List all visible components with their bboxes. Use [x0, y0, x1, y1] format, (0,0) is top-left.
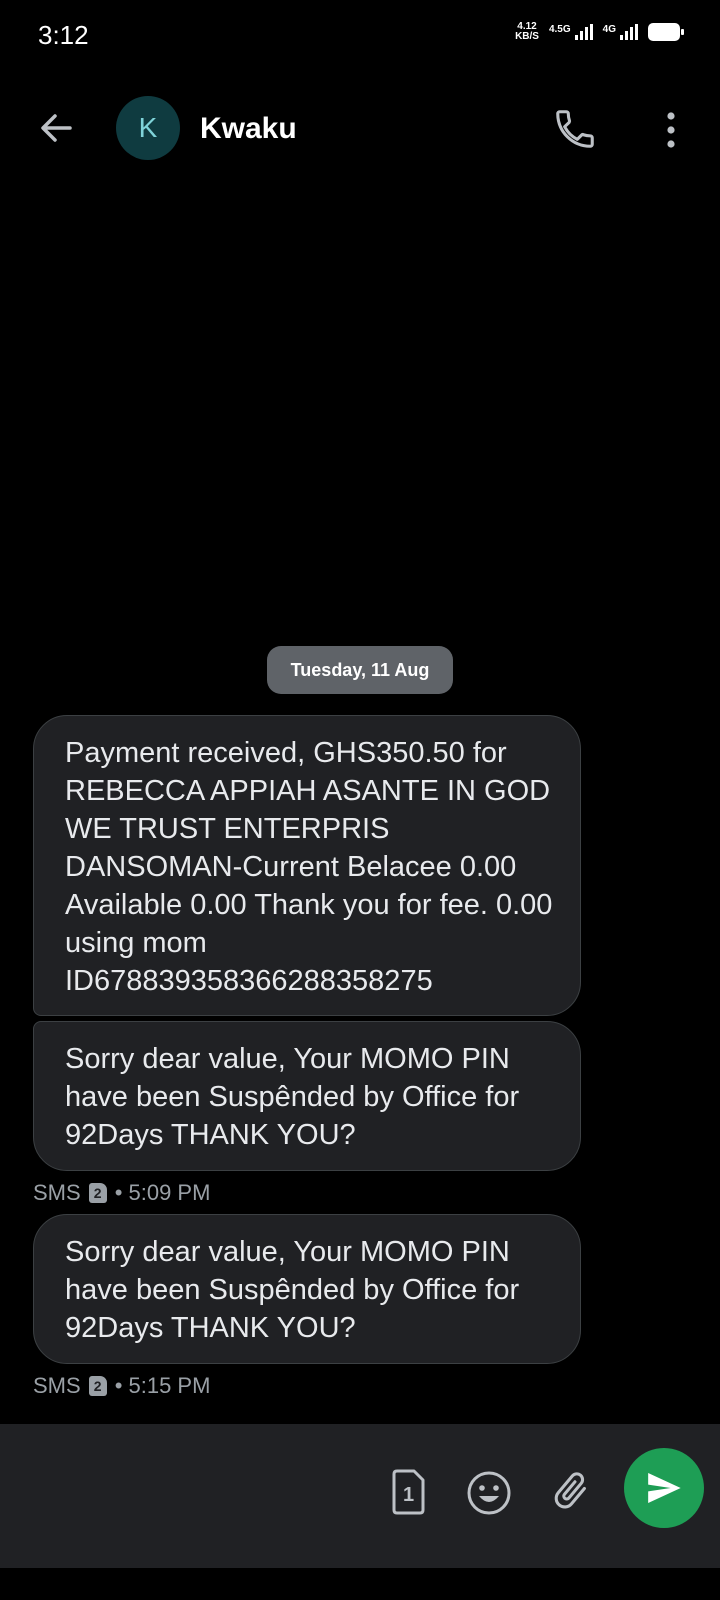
message-type: SMS — [33, 1180, 81, 1205]
sim-badge-icon: 2 — [88, 1376, 107, 1396]
status-icons: 4.12 KB/S 4.5G 4G — [515, 22, 684, 42]
emoji-button[interactable] — [466, 1470, 512, 1516]
sim-card-icon: 1 — [392, 1469, 425, 1515]
status-time: 3:12 — [38, 20, 89, 50]
battery-icon — [648, 23, 684, 41]
signal-sim1-label: 4.5G — [548, 24, 571, 35]
message-time: • 5:15 PM — [114, 1373, 211, 1398]
more-vert-icon — [667, 112, 675, 148]
back-button[interactable] — [36, 108, 76, 148]
message-text: Payment received, GHS350.50 for REBECCA … — [65, 737, 553, 997]
network-speed-unit: KB/S — [515, 31, 539, 42]
arrow-back-icon — [41, 114, 72, 142]
status-bar: 3:12 4.12 KB/S 4.5G 4G — [0, 0, 720, 70]
contact-avatar[interactable]: K — [116, 96, 180, 160]
signal-sim2-label: 4G — [602, 24, 616, 35]
avatar-initial: K — [138, 112, 158, 143]
signal-sim1-icon: 4.5G — [549, 24, 593, 40]
message-bubble[interactable]: Sorry dear value, Your MOMO PIN have bee… — [33, 1214, 581, 1364]
message-bubble[interactable]: Sorry dear value, Your MOMO PIN have bee… — [33, 1021, 581, 1171]
attach-button[interactable] — [548, 1466, 594, 1516]
phone-icon — [556, 110, 594, 148]
message-meta: SMS 2 • 5:15 PM — [33, 1373, 210, 1399]
message-text: Sorry dear value, Your MOMO PIN have bee… — [65, 1236, 520, 1344]
message-type: SMS — [33, 1373, 81, 1398]
compose-bar[interactable]: 1 — [0, 1424, 720, 1568]
sim-selector-button[interactable]: 1 — [390, 1468, 426, 1516]
call-button[interactable] — [552, 106, 598, 152]
network-speed: 4.12 KB/S — [515, 22, 539, 42]
signal-sim2-icon: 4G — [603, 24, 638, 40]
message-meta: SMS 2 • 5:09 PM — [33, 1180, 210, 1206]
message-bubble[interactable]: Payment received, GHS350.50 for REBECCA … — [33, 715, 581, 1016]
date-divider-label: Tuesday, 11 Aug — [290, 659, 430, 680]
contact-name[interactable]: Kwaku — [200, 112, 297, 146]
attachment-icon — [554, 1472, 586, 1509]
message-text: Sorry dear value, Your MOMO PIN have bee… — [65, 1043, 520, 1151]
date-divider: Tuesday, 11 Aug — [267, 646, 453, 694]
message-time: • 5:09 PM — [114, 1180, 211, 1205]
messages-screen: 3:12 4.12 KB/S 4.5G 4G K Kwaku Tuesday, … — [0, 0, 720, 1600]
send-icon — [648, 1473, 681, 1503]
sim-badge-icon: 2 — [88, 1183, 107, 1203]
conversation-header: K Kwaku — [0, 90, 720, 170]
sim-selector-number: 1 — [403, 1484, 414, 1506]
send-button[interactable] — [624, 1448, 704, 1528]
emoji-icon — [467, 1471, 511, 1515]
more-options-button[interactable] — [656, 108, 686, 152]
